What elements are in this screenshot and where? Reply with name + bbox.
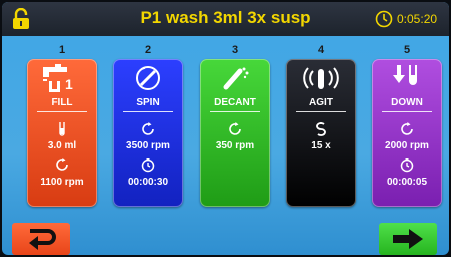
down-duration: 00:00:05 [386,177,428,188]
step-number-5: 5 [403,44,411,56]
step-number-2: 2 [144,44,152,56]
divider [210,111,260,112]
step-card-down[interactable]: DOWN 2000 rpm 00:00:05 [372,59,442,207]
return-arrow-icon [29,229,56,250]
agit-count: 15 x [311,140,331,151]
step-name: DECANT [214,97,256,108]
step-name: AGIT [309,97,333,108]
step-number-1: 1 [58,44,66,56]
fill-volume: 3.0 ml [47,140,77,151]
divider [123,111,173,112]
timer-icon [400,158,414,173]
agitate-icon [303,67,339,89]
down-speed: 2000 rpm [385,140,429,151]
rotate-icon [229,122,241,135]
rotate-icon [401,122,413,135]
program-title: P1 wash 3ml 3x susp [140,8,311,27]
fill-speed: 1100 rpm [40,177,84,188]
right-arrow-icon [393,229,423,249]
faucet-icon [43,64,67,92]
step-name: DOWN [391,97,423,108]
lock-icon[interactable] [12,8,30,30]
step-name: SPIN [136,97,160,108]
divider [37,111,87,112]
down-tube-icon [393,65,417,85]
tube-icon [59,122,65,136]
spin-speed: 3500 rpm [126,140,170,151]
divider [296,111,346,112]
back-button[interactable] [12,223,70,255]
timer-icon [141,158,155,173]
step-card-fill[interactable]: 1 FILL 3.0 ml 1100 rpm [27,59,97,207]
elapsed-time: 0:05:20 [397,12,438,26]
clock-icon [375,10,393,28]
rotor-icon [136,66,160,90]
step-name: FILL [51,97,73,108]
decant-speed: 350 rpm [215,140,255,151]
spin-duration: 00:00:30 [127,177,169,188]
fill-icon-badge: 1 [65,76,73,92]
divider [382,111,432,112]
next-button[interactable] [379,223,437,255]
device-screen: P1 wash 3ml 3x susp 0:05:20 1 2 3 4 5 1 … [2,2,449,255]
step-card-spin[interactable]: SPIN 3500 rpm 00:00:30 [113,59,183,207]
decant-icon [223,67,249,90]
title-bar: P1 wash 3ml 3x susp 0:05:20 [2,2,449,36]
step-card-agit[interactable]: AGIT 15 x [286,59,356,207]
rotate-icon [142,122,154,135]
step-number-3: 3 [231,44,239,56]
rotate-icon [56,158,68,171]
step-card-decant[interactable]: DECANT 350 rpm [200,59,270,207]
shake-icon [316,122,326,136]
step-number-4: 4 [317,44,325,56]
